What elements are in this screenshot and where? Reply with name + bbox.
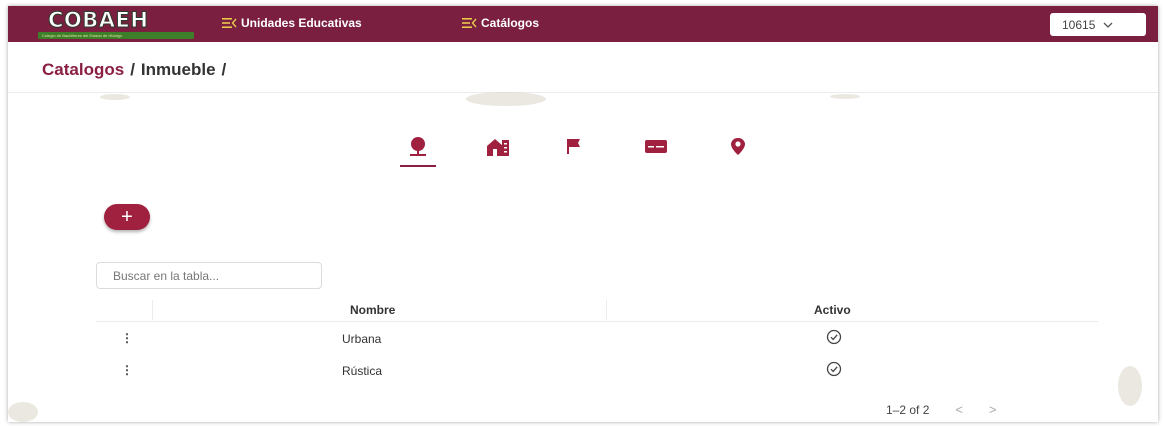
breadcrumb-separator: /: [221, 60, 227, 79]
logo-subtext: Colegio de Bachilleres del Estado de Hid…: [42, 33, 123, 38]
top-navbar: COBAEH Colegio de Bachilleres del Estado…: [8, 6, 1158, 42]
breadcrumb-catalogos[interactable]: Catalogos: [42, 60, 124, 79]
search-input[interactable]: [96, 262, 322, 289]
app-window: COBAEH Colegio de Bachilleres del Estado…: [8, 6, 1158, 422]
tab-bandera[interactable]: [554, 136, 594, 172]
map-pin-tree-icon: [410, 137, 426, 156]
table-header: Nombre Activo: [96, 298, 1098, 322]
breadcrumb: Catalogos / Inmueble /: [42, 60, 232, 80]
chevron-down-icon: [1103, 22, 1113, 28]
breadcrumb-inmueble: Inmueble: [140, 60, 216, 79]
previous-page-button[interactable]: <: [955, 402, 963, 417]
background-decoration: [830, 94, 860, 99]
check-circle-icon: [826, 361, 842, 377]
cell-nombre: Urbana: [342, 332, 382, 346]
breadcrumb-separator: /: [130, 60, 135, 79]
nav-label: Catálogos: [481, 16, 540, 30]
background-decoration: [1118, 366, 1142, 406]
catalog-icon-tabs: [8, 136, 1158, 176]
column-divider: [606, 300, 607, 320]
tab-ubicacion[interactable]: [718, 136, 758, 172]
column-header-nombre[interactable]: Nombre: [350, 303, 395, 317]
catalog-table: Nombre Activo ⋮ Urbana ⋮ Rústica: [96, 298, 1098, 386]
building-icon: [487, 139, 509, 156]
nav-unidades-educativas[interactable]: Unidades Educativas: [222, 16, 362, 30]
next-page-button[interactable]: >: [989, 402, 997, 417]
background-decoration: [466, 92, 546, 106]
cell-nombre: Rústica: [342, 364, 383, 378]
pagination-range: 1–2 of 2: [886, 402, 930, 417]
background-decoration: [8, 402, 38, 422]
column-divider: [152, 300, 153, 320]
row-menu-button[interactable]: ⋮: [121, 332, 133, 344]
menu-collapse-icon: [462, 18, 477, 28]
nav-catalogos[interactable]: Catálogos: [462, 16, 539, 30]
nav-label: Unidades Educativas: [241, 16, 362, 30]
tab-edificio[interactable]: [478, 136, 518, 172]
row-menu-button[interactable]: ⋮: [121, 364, 133, 376]
add-button[interactable]: +: [104, 204, 150, 230]
tab-tarjeta[interactable]: [636, 136, 676, 172]
column-header-activo[interactable]: Activo: [814, 303, 851, 317]
tab-terreno[interactable]: [398, 136, 438, 172]
menu-collapse-icon: [222, 18, 237, 28]
background-decoration: [100, 94, 130, 100]
table-row: ⋮ Rústica: [96, 354, 1098, 386]
check-circle-icon: [826, 329, 842, 345]
user-select-dropdown[interactable]: 10615: [1050, 13, 1146, 36]
breadcrumb-divider: [8, 92, 1158, 93]
logo-text: COBAEH: [47, 8, 149, 33]
id-card-icon: [645, 140, 667, 153]
flag-icon: [567, 139, 580, 154]
cobaeh-logo[interactable]: COBAEH Colegio de Bachilleres del Estado…: [38, 8, 194, 40]
location-pin-icon: [731, 138, 745, 155]
user-select-value: 10615: [1062, 17, 1096, 32]
pagination: 1–2 of 2 < >: [886, 402, 997, 417]
logo-subtitle-strip: Colegio de Bachilleres del Estado de Hid…: [38, 32, 194, 39]
active-tab-indicator: [400, 165, 436, 167]
table-row: ⋮ Urbana: [96, 322, 1098, 354]
